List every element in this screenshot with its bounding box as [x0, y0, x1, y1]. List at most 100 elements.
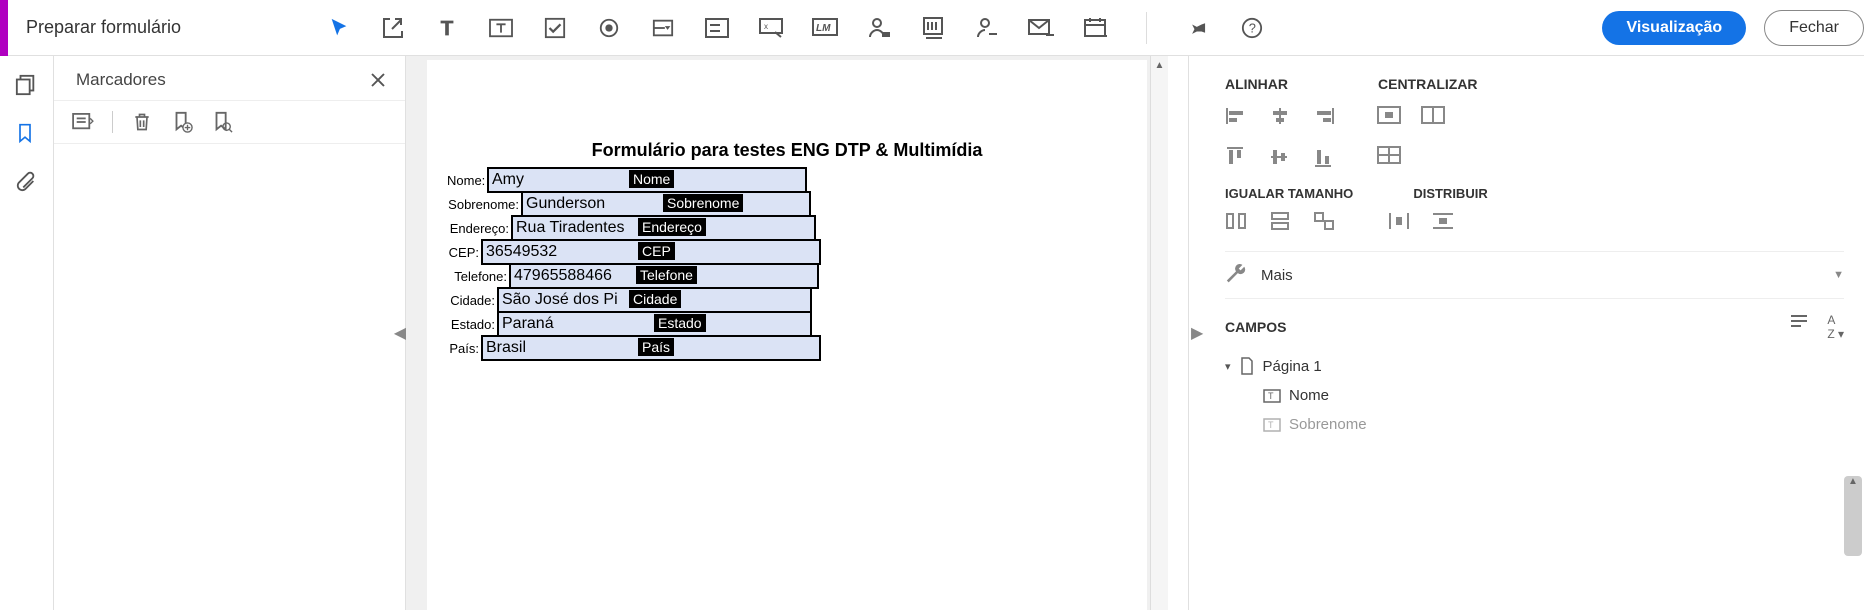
form-field-value: Paraná — [499, 315, 554, 333]
align-right-icon[interactable] — [1313, 106, 1337, 130]
form-page: Formulário para testes ENG DTP & Multimí… — [427, 60, 1147, 610]
form-field[interactable]: AmyNome — [487, 167, 807, 193]
bookmark-options-icon[interactable] — [72, 111, 94, 133]
form-field-label: Telefone: — [447, 269, 509, 284]
checkbox-icon[interactable] — [542, 15, 568, 41]
distribute-v-icon[interactable] — [1431, 211, 1455, 235]
find-bookmark-icon[interactable] — [211, 111, 233, 133]
tree-field-row[interactable]: T Sobrenome — [1225, 410, 1844, 439]
match-width-icon[interactable] — [1225, 211, 1249, 235]
center-h-icon[interactable] — [1377, 106, 1401, 130]
pages-icon[interactable] — [15, 74, 39, 98]
close-button[interactable]: Fechar — [1764, 10, 1864, 46]
collapse-left-panel-icon[interactable]: ◀ — [394, 313, 406, 353]
fields-header: CAMPOS AZ ▾ — [1225, 299, 1844, 351]
calendar-icon[interactable] — [1082, 15, 1108, 41]
form-field[interactable]: Rua Tiradentes Endereço — [511, 215, 816, 241]
form-field-tag: Telefone — [636, 266, 697, 284]
svg-text:T: T — [1268, 420, 1274, 430]
distribute-label: DISTRIBUIR — [1413, 186, 1487, 201]
chevron-down-icon: ▾ — [1225, 360, 1231, 373]
image-field-icon[interactable]: LM — [812, 15, 838, 41]
radio-icon[interactable] — [596, 15, 622, 41]
align-middle-icon[interactable] — [1269, 146, 1293, 170]
matchsize-label: IGUALAR TAMANHO — [1225, 186, 1353, 201]
fields-list-icon[interactable] — [1789, 313, 1809, 341]
help-icon[interactable]: ? — [1239, 15, 1265, 41]
button-field-icon[interactable]: x — [758, 15, 784, 41]
form-field-value: São José dos Pi — [499, 291, 618, 309]
pin-icon[interactable] — [1185, 15, 1211, 41]
tree-field2-label: Sobrenome — [1289, 416, 1367, 433]
form-field-value: Brasil — [483, 339, 526, 357]
vertical-scrollbar[interactable]: ▲ — [1150, 56, 1168, 610]
align-icons-row1 — [1225, 106, 1844, 130]
dropdown-icon[interactable] — [650, 15, 676, 41]
date-field-icon[interactable] — [974, 15, 1000, 41]
add-bookmark-icon[interactable] — [171, 111, 193, 133]
bm-divider — [112, 111, 113, 133]
delete-bookmark-icon[interactable] — [131, 111, 153, 133]
bookmark-icon[interactable] — [15, 122, 39, 146]
form-field-value: 36549532 — [483, 243, 557, 261]
barcode-icon[interactable] — [920, 15, 946, 41]
form-field[interactable]: Brasil País — [481, 335, 821, 361]
scroll-up-icon[interactable]: ▲ — [1844, 476, 1862, 487]
scroll-up-icon[interactable]: ▲ — [1151, 56, 1168, 74]
fields-sort-icon[interactable]: AZ ▾ — [1827, 313, 1844, 341]
form-field-value: Rua Tiradentes — [513, 219, 625, 237]
form-field-tag: Endereço — [638, 218, 706, 236]
form-field[interactable]: 47965588466Telefone — [509, 263, 819, 289]
signature-icon[interactable] — [866, 15, 892, 41]
tree-page-row[interactable]: ▾ Página 1 — [1225, 351, 1844, 381]
form-row: Endereço:Rua TiradentesEndereço — [447, 215, 1127, 241]
svg-text:LM: LM — [816, 23, 831, 34]
text-field-icon[interactable] — [434, 15, 460, 41]
expand-right-panel-icon[interactable]: ▶ — [1191, 323, 1203, 343]
form-field-tag: País — [638, 338, 674, 356]
form-field[interactable]: ParanáEstado — [497, 311, 812, 337]
center-v-icon[interactable] — [1421, 106, 1445, 130]
align-top-icon[interactable] — [1225, 146, 1249, 170]
size-dist-labels: IGUALAR TAMANHO DISTRIBUIR — [1225, 186, 1844, 201]
form-row: Telefone:47965588466Telefone — [447, 263, 1127, 289]
listbox-icon[interactable] — [704, 15, 730, 41]
edit-tool-icon[interactable] — [380, 15, 406, 41]
tree-field-row[interactable]: T Nome — [1225, 381, 1844, 410]
form-title: Formulário para testes ENG DTP & Multimí… — [447, 140, 1127, 161]
form-row: Sobrenome:GundersonSobrenome — [447, 191, 1127, 217]
form-field-value: Gunderson — [523, 195, 605, 213]
align-headers: ALINHAR CENTRALIZAR — [1225, 76, 1844, 92]
email-field-icon[interactable] — [1028, 15, 1054, 41]
form-field-tag: CEP — [638, 242, 675, 260]
form-row: CEP:36549532CEP — [447, 239, 1127, 265]
select-tool-icon[interactable] — [326, 15, 352, 41]
form-field[interactable]: GundersonSobrenome — [521, 191, 811, 217]
align-bottom-icon[interactable] — [1313, 146, 1337, 170]
top-toolbar: Preparar formulário x LM ? Visualização … — [0, 0, 1864, 56]
tree-page-label: Página 1 — [1263, 358, 1322, 375]
form-field[interactable]: São José dos PiCidade — [497, 287, 812, 313]
chevron-down-icon: ▼ — [1833, 269, 1844, 281]
preview-button[interactable]: Visualização — [1602, 11, 1746, 45]
toolbar-divider — [1146, 12, 1147, 44]
match-height-icon[interactable] — [1269, 211, 1293, 235]
fields-tree: ▾ Página 1 T Nome T Sobrenome — [1225, 351, 1844, 439]
form-field[interactable]: 36549532 CEP — [481, 239, 821, 265]
right-panel-scrollbar[interactable]: ▲ — [1844, 476, 1862, 556]
text-box-icon[interactable] — [488, 15, 514, 41]
form-field-label: País: — [447, 341, 481, 356]
align-left-icon[interactable] — [1225, 106, 1249, 130]
left-rail — [0, 56, 54, 610]
bookmarks-toolbar — [54, 101, 405, 144]
more-row[interactable]: Mais ▼ — [1225, 251, 1844, 299]
bookmarks-panel: Marcadores ◀ — [54, 56, 406, 610]
align-center-h-icon[interactable] — [1269, 106, 1293, 130]
match-both-icon[interactable] — [1313, 211, 1337, 235]
center-both-icon[interactable] — [1377, 146, 1401, 170]
bookmarks-title: Marcadores — [76, 70, 166, 90]
attachment-icon[interactable] — [15, 170, 39, 194]
svg-text:x: x — [764, 22, 768, 31]
close-panel-icon[interactable] — [369, 71, 387, 89]
distribute-h-icon[interactable] — [1387, 211, 1411, 235]
